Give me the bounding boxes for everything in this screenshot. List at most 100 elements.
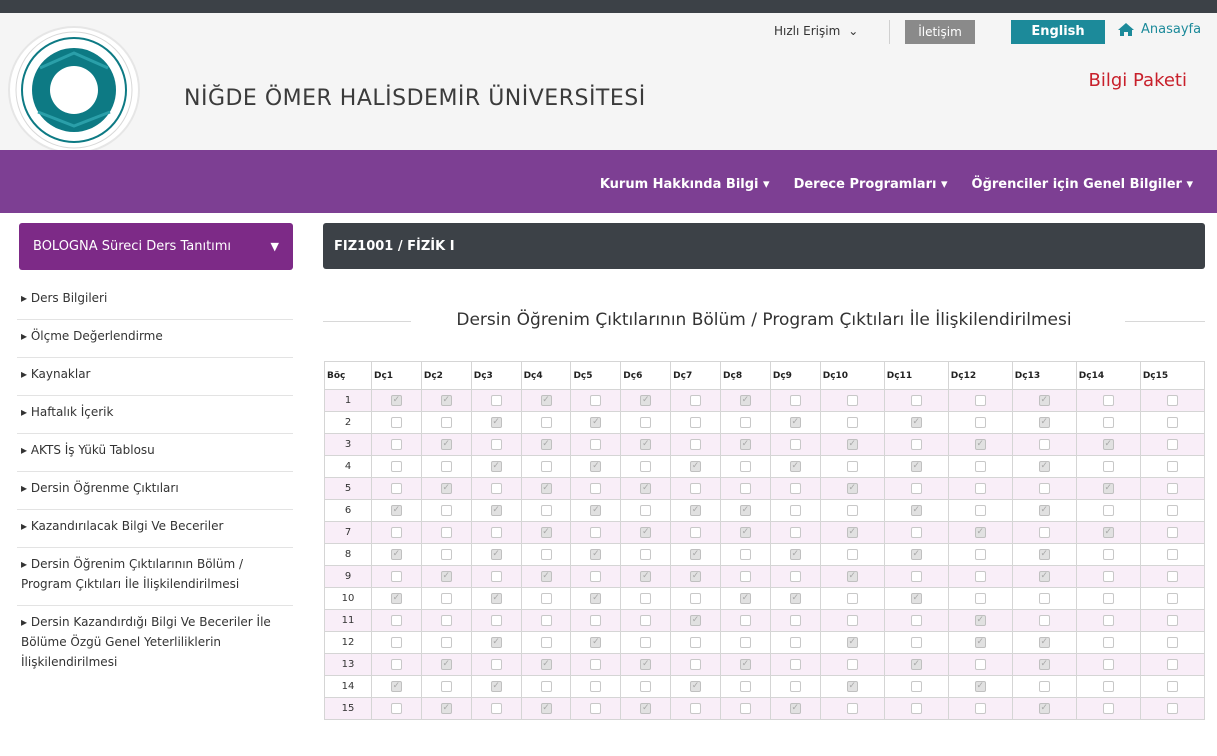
checkbox-checked[interactable] [690,504,702,516]
checkbox-checked[interactable] [910,592,922,604]
checkbox-unchecked[interactable] [846,460,858,472]
checkbox-checked[interactable] [1038,504,1050,516]
checkbox-unchecked[interactable] [390,570,402,582]
checkbox-checked[interactable] [490,548,502,560]
checkbox-unchecked[interactable] [440,592,452,604]
checkbox-unchecked[interactable] [846,702,858,714]
checkbox-unchecked[interactable] [910,482,922,494]
checkbox-unchecked[interactable] [1102,658,1114,670]
checkbox-unchecked[interactable] [540,680,552,692]
checkbox-unchecked[interactable] [390,636,402,648]
checkbox-checked[interactable] [590,636,602,648]
checkbox-checked[interactable] [739,592,751,604]
sidebar-item-kaynaklar[interactable]: ▸ Kaynaklar [17,358,293,396]
checkbox-unchecked[interactable] [1038,438,1050,450]
checkbox-checked[interactable] [440,658,452,670]
checkbox-unchecked[interactable] [590,702,602,714]
checkbox-checked[interactable] [590,592,602,604]
checkbox-unchecked[interactable] [1166,636,1178,648]
checkbox-checked[interactable] [910,460,922,472]
checkbox-unchecked[interactable] [590,680,602,692]
checkbox-unchecked[interactable] [690,438,702,450]
checkbox-checked[interactable] [974,614,986,626]
checkbox-unchecked[interactable] [490,658,502,670]
checkbox-checked[interactable] [490,460,502,472]
checkbox-unchecked[interactable] [1166,658,1178,670]
checkbox-checked[interactable] [440,702,452,714]
checkbox-checked[interactable] [739,504,751,516]
checkbox-unchecked[interactable] [440,636,452,648]
checkbox-unchecked[interactable] [490,526,502,538]
checkbox-checked[interactable] [974,636,986,648]
checkbox-checked[interactable] [1038,702,1050,714]
checkbox-checked[interactable] [974,680,986,692]
checkbox-checked[interactable] [390,592,402,604]
checkbox-unchecked[interactable] [1166,482,1178,494]
sidebar-item-yeterlilikler[interactable]: ▸ Dersin Kazandırdığı Bilgi Ve Beceriler… [17,606,293,683]
checkbox-checked[interactable] [739,526,751,538]
checkbox-unchecked[interactable] [1038,592,1050,604]
checkbox-unchecked[interactable] [690,394,702,406]
checkbox-checked[interactable] [846,680,858,692]
checkbox-unchecked[interactable] [540,592,552,604]
checkbox-unchecked[interactable] [910,614,922,626]
checkbox-unchecked[interactable] [789,658,801,670]
checkbox-checked[interactable] [590,460,602,472]
checkbox-unchecked[interactable] [910,636,922,648]
checkbox-checked[interactable] [490,416,502,428]
checkbox-checked[interactable] [640,482,652,494]
checkbox-unchecked[interactable] [590,570,602,582]
checkbox-unchecked[interactable] [846,592,858,604]
checkbox-unchecked[interactable] [390,526,402,538]
checkbox-unchecked[interactable] [1102,592,1114,604]
checkbox-unchecked[interactable] [1102,504,1114,516]
checkbox-unchecked[interactable] [640,614,652,626]
checkbox-checked[interactable] [789,592,801,604]
checkbox-checked[interactable] [910,504,922,516]
sidebar-item-olcme[interactable]: ▸ Ölçme Değerlendirme [17,320,293,358]
checkbox-unchecked[interactable] [789,394,801,406]
checkbox-unchecked[interactable] [739,680,751,692]
checkbox-unchecked[interactable] [490,702,502,714]
checkbox-checked[interactable] [540,702,552,714]
checkbox-unchecked[interactable] [490,394,502,406]
checkbox-unchecked[interactable] [1102,548,1114,560]
checkbox-unchecked[interactable] [846,548,858,560]
checkbox-checked[interactable] [846,636,858,648]
checkbox-checked[interactable] [490,680,502,692]
checkbox-unchecked[interactable] [390,702,402,714]
checkbox-unchecked[interactable] [739,636,751,648]
checkbox-unchecked[interactable] [390,658,402,670]
checkbox-checked[interactable] [846,526,858,538]
checkbox-unchecked[interactable] [789,504,801,516]
checkbox-unchecked[interactable] [590,614,602,626]
checkbox-unchecked[interactable] [1166,614,1178,626]
checkbox-unchecked[interactable] [1166,526,1178,538]
checkbox-checked[interactable] [690,680,702,692]
checkbox-unchecked[interactable] [440,460,452,472]
checkbox-unchecked[interactable] [789,570,801,582]
checkbox-unchecked[interactable] [739,702,751,714]
sidebar-item-kazandirilacak[interactable]: ▸ Kazandırılacak Bilgi Ve Beceriler [17,510,293,548]
sidebar-item-ders-bilgileri[interactable]: ▸ Ders Bilgileri [17,282,293,320]
sidebar-item-ogrenme-ciktilari[interactable]: ▸ Dersin Öğrenme Çıktıları [17,472,293,510]
checkbox-checked[interactable] [540,482,552,494]
checkbox-unchecked[interactable] [1166,438,1178,450]
nav-kurum-hakkinda[interactable]: Kurum Hakkında Bilgi ▾ [600,177,770,192]
checkbox-checked[interactable] [789,460,801,472]
sidebar-item-akts[interactable]: ▸ AKTS İş Yükü Tablosu [17,434,293,472]
checkbox-unchecked[interactable] [440,548,452,560]
checkbox-unchecked[interactable] [640,460,652,472]
checkbox-unchecked[interactable] [1166,416,1178,428]
checkbox-unchecked[interactable] [1102,614,1114,626]
checkbox-checked[interactable] [640,394,652,406]
checkbox-unchecked[interactable] [1166,460,1178,472]
checkbox-unchecked[interactable] [974,592,986,604]
checkbox-unchecked[interactable] [846,504,858,516]
checkbox-checked[interactable] [540,658,552,670]
checkbox-checked[interactable] [540,394,552,406]
checkbox-unchecked[interactable] [490,482,502,494]
checkbox-unchecked[interactable] [910,680,922,692]
checkbox-checked[interactable] [1038,636,1050,648]
checkbox-unchecked[interactable] [739,548,751,560]
